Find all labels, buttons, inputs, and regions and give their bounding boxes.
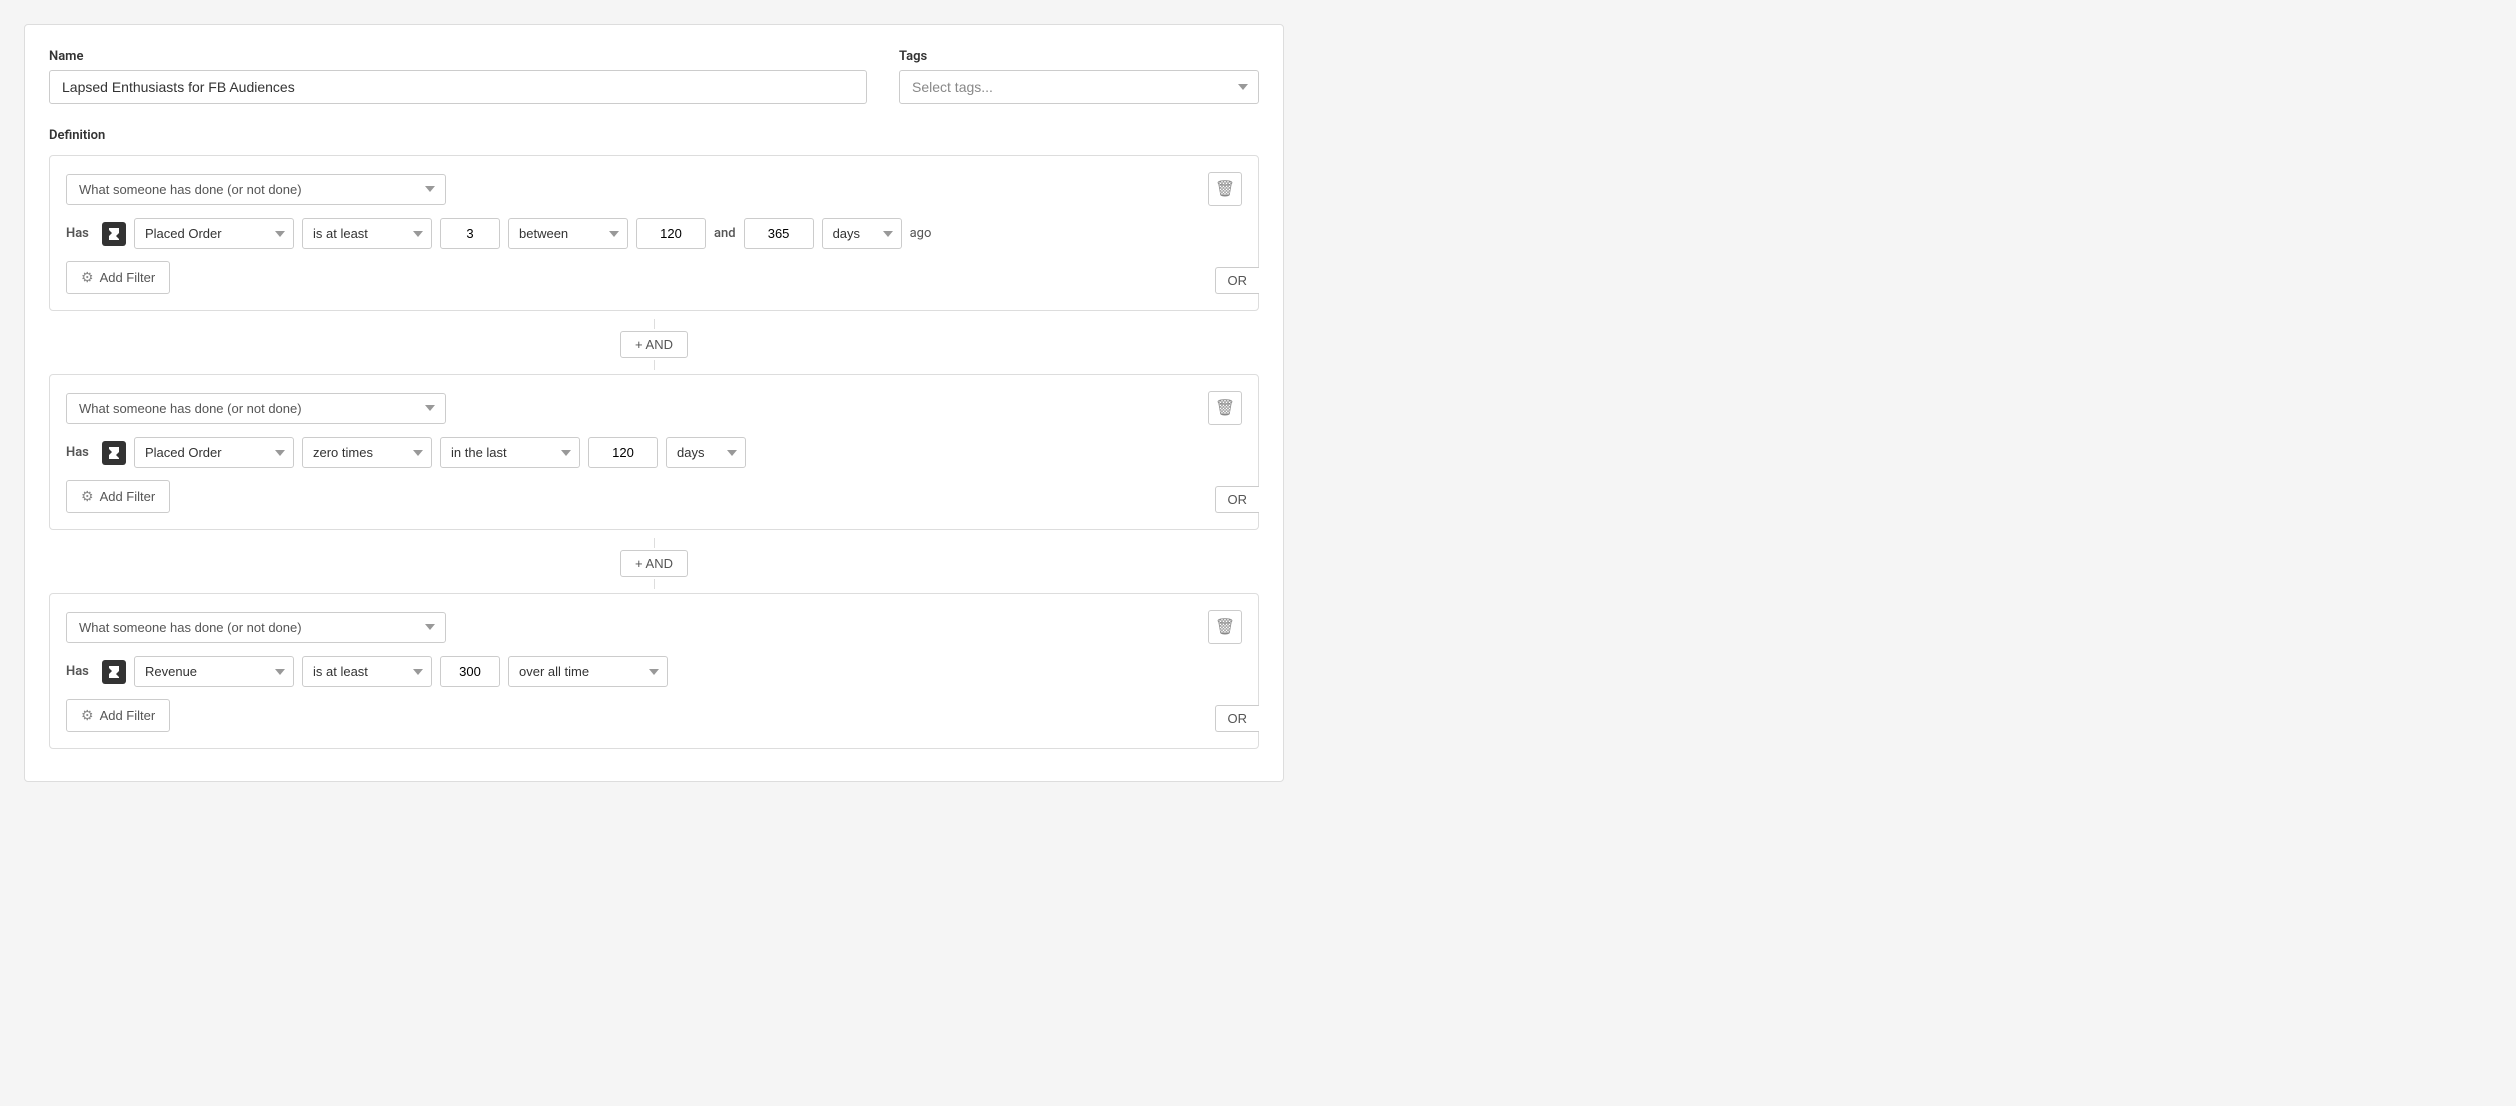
name-label: Name [49, 49, 867, 64]
trash-icon-1: 🗑 [1215, 179, 1235, 199]
has-label-2: Has [66, 445, 94, 460]
tags-group: Tags Select tags... [899, 49, 1259, 104]
condition-type-select-1[interactable]: What someone has done (or not done) [66, 174, 446, 205]
condition-block-3: What someone has done (or not done) 🗑 Ha… [49, 593, 1259, 749]
add-filter-button-3[interactable]: ⚙ Add Filter [66, 699, 170, 732]
add-filter-row-3: ⚙ Add Filter [66, 699, 1242, 732]
condition-type-row-2: What someone has done (or not done) 🗑 [66, 391, 1242, 425]
has-label-1: Has [66, 226, 94, 241]
condition-block-1-wrapper: What someone has done (or not done) 🗑 Ha… [49, 155, 1259, 311]
delete-button-3[interactable]: 🗑 [1208, 610, 1242, 644]
add-filter-button-1[interactable]: ⚙ Add Filter [66, 261, 170, 294]
ago-label-1: ago [910, 226, 932, 241]
condition-block-2: What someone has done (or not done) 🗑 Ha… [49, 374, 1259, 530]
condition-type-row-1: What someone has done (or not done) 🗑 [66, 172, 1242, 206]
days-from-input-1[interactable] [636, 218, 706, 249]
condition-type-select-3[interactable]: What someone has done (or not done) [66, 612, 446, 643]
delete-button-1[interactable]: 🗑 [1208, 172, 1242, 206]
and-connector-button-1[interactable]: + AND [620, 331, 688, 358]
filter-icon-2: ⚙ [81, 488, 94, 505]
or-button-2[interactable]: OR [1215, 486, 1260, 513]
or-button-1[interactable]: OR [1215, 267, 1260, 294]
or-button-3[interactable]: OR [1215, 705, 1260, 732]
add-filter-row-2: ⚙ Add Filter [66, 480, 1242, 513]
and-connector-1: + AND [49, 319, 1259, 370]
tags-label: Tags [899, 49, 1259, 64]
and-label-1: and [714, 226, 736, 241]
condition-block-2-wrapper: What someone has done (or not done) 🗑 Ha… [49, 374, 1259, 530]
count-input-1[interactable] [440, 218, 500, 249]
trash-icon-3: 🗑 [1215, 617, 1235, 637]
top-row: Name Tags Select tags... [49, 49, 1259, 104]
has-row-2: Has Placed Order zero times in the last … [66, 437, 1242, 468]
trash-icon-2: 🗑 [1215, 398, 1235, 418]
filter-icon-3: ⚙ [81, 707, 94, 724]
name-group: Name [49, 49, 867, 104]
has-label-3: Has [66, 664, 94, 679]
connector-line-bottom-1 [654, 360, 655, 370]
add-filter-button-2[interactable]: ⚙ Add Filter [66, 480, 170, 513]
condition-select-1[interactable]: is at least [302, 218, 432, 249]
event-select-3[interactable]: Revenue [134, 656, 294, 687]
condition-block-1: What someone has done (or not done) 🗑 Ha… [49, 155, 1259, 311]
has-row-3: Has Revenue is at least over all time [66, 656, 1242, 687]
definition-label: Definition [49, 128, 1259, 143]
connector-line-top-2 [654, 538, 655, 548]
condition-block-3-wrapper: What someone has done (or not done) 🗑 Ha… [49, 593, 1259, 749]
condition-select-3[interactable]: is at least [302, 656, 432, 687]
days-unit-select-1[interactable]: days [822, 218, 902, 249]
days-from-input-2[interactable] [588, 437, 658, 468]
condition-select-2[interactable]: zero times [302, 437, 432, 468]
name-input[interactable] [49, 70, 867, 104]
event-icon-1 [102, 222, 126, 246]
timeframe-select-1[interactable]: between [508, 218, 628, 249]
timeframe-select-3[interactable]: over all time [508, 656, 668, 687]
add-filter-label-2: Add Filter [100, 489, 156, 504]
event-select-2[interactable]: Placed Order [134, 437, 294, 468]
and-connector-2: + AND [49, 538, 1259, 589]
condition-type-select-2[interactable]: What someone has done (or not done) [66, 393, 446, 424]
connector-line-top-1 [654, 319, 655, 329]
days-to-input-1[interactable] [744, 218, 814, 249]
condition-type-row-3: What someone has done (or not done) 🗑 [66, 610, 1242, 644]
event-icon-2 [102, 441, 126, 465]
filter-icon-1: ⚙ [81, 269, 94, 286]
event-select-1[interactable]: Placed Order [134, 218, 294, 249]
page-container: Name Tags Select tags... Definition What… [24, 24, 1284, 782]
tags-select[interactable]: Select tags... [899, 70, 1259, 104]
timeframe-select-2[interactable]: in the last [440, 437, 580, 468]
connector-line-bottom-2 [654, 579, 655, 589]
event-icon-3 [102, 660, 126, 684]
days-unit-select-2[interactable]: days [666, 437, 746, 468]
add-filter-label-1: Add Filter [100, 270, 156, 285]
add-filter-label-3: Add Filter [100, 708, 156, 723]
add-filter-row-1: ⚙ Add Filter [66, 261, 1242, 294]
has-row-1: Has Placed Order is at least between and [66, 218, 1242, 249]
and-connector-button-2[interactable]: + AND [620, 550, 688, 577]
delete-button-2[interactable]: 🗑 [1208, 391, 1242, 425]
count-input-3[interactable] [440, 656, 500, 687]
